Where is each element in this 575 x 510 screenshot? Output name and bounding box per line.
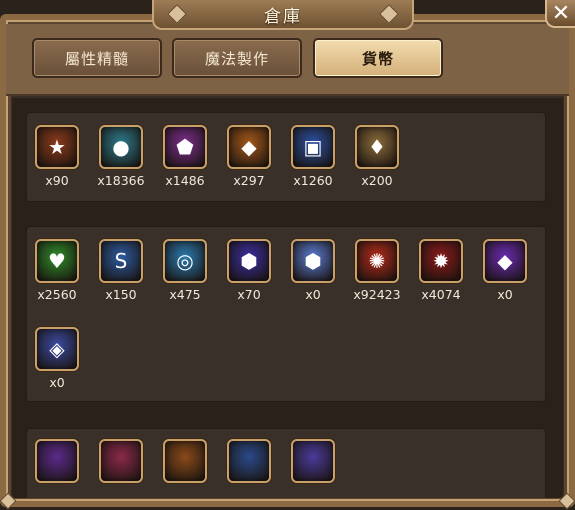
- fire-burst-icon: ✹: [419, 239, 463, 283]
- currency-item[interactable]: ★ x90: [33, 125, 81, 188]
- tab-attribute-essence[interactable]: 屬性精髓: [32, 38, 162, 78]
- currency-item[interactable]: ◎ x475: [161, 239, 209, 302]
- coin-bags-icon: ●: [99, 125, 143, 169]
- currency-item[interactable]: ✺ x92423: [353, 239, 401, 302]
- item-count: x1260: [293, 173, 333, 188]
- currency-item[interactable]: ◆ x297: [225, 125, 273, 188]
- item-count: x2560: [37, 287, 77, 302]
- gold-crest-icon: ♦: [355, 125, 399, 169]
- currency-item[interactable]: [225, 439, 273, 483]
- light-rune-crystal-icon: ⬢: [291, 239, 335, 283]
- item-count: x150: [105, 287, 137, 302]
- currency-item[interactable]: [161, 439, 209, 483]
- tab-currency[interactable]: 貨幣: [313, 38, 443, 78]
- orange-item-icon: [163, 439, 207, 483]
- item-count: x18366: [97, 173, 145, 188]
- currency-item[interactable]: [289, 439, 337, 483]
- currency-list[interactable]: ★ x90 ● x18366 ⬟ x1486 ◆ x297 ▣ x1260 ♦ x200 ♥ x2560…: [12, 98, 563, 498]
- currency-item[interactable]: ⬟ x1486: [161, 125, 209, 188]
- window-title: 倉庫: [264, 6, 302, 27]
- purple-item-icon: [35, 439, 79, 483]
- currency-item[interactable]: ✹ x4074: [417, 239, 465, 302]
- currency-item[interactable]: Sx150: [97, 239, 145, 302]
- item-count: x90: [45, 173, 69, 188]
- gold-chests-icon: ▣: [291, 125, 335, 169]
- pentagon-shield-icon: ⬟: [163, 125, 207, 169]
- currency-row-panel: ♥ x2560 Sx150 ◎ x475 ⬢ x70 ⬢ x0 ✺ x92423 ✹ x4074 ◆ x0 ◈…: [26, 226, 546, 402]
- fire-swirl-icon: ✺: [355, 239, 399, 283]
- item-count: x0: [305, 287, 321, 302]
- item-count: x0: [49, 375, 65, 390]
- close-icon: ✕: [551, 0, 571, 26]
- item-count: x0: [497, 287, 513, 302]
- blue-crystal-chunk-icon: ◈: [35, 327, 79, 371]
- item-count: x475: [169, 287, 201, 302]
- currency-item[interactable]: ♥ x2560: [33, 239, 81, 302]
- diamond-ornament-icon: [379, 4, 399, 24]
- star-medal-icon: ★: [35, 125, 79, 169]
- item-count: x200: [361, 173, 393, 188]
- violet-item-icon: [291, 439, 335, 483]
- item-count: x297: [233, 173, 265, 188]
- red-item-icon: [99, 439, 143, 483]
- tabs-bar: 屬性精髓 魔法製作 貨幣: [6, 24, 569, 96]
- orange-medal-icon: ◆: [227, 125, 271, 169]
- item-count: x1486: [165, 173, 205, 188]
- currency-item[interactable]: ◆ x0: [481, 239, 529, 302]
- currency-item[interactable]: ⬢ x70: [225, 239, 273, 302]
- currency-item[interactable]: ▣ x1260: [289, 125, 337, 188]
- item-count: x4074: [421, 287, 461, 302]
- diamond-ornament-icon: [167, 4, 187, 24]
- title-plate: 倉庫: [152, 0, 414, 30]
- item-count: x70: [237, 287, 261, 302]
- currency-item[interactable]: ◈ x0: [33, 327, 81, 390]
- heart-icon: ♥: [35, 239, 79, 283]
- close-button[interactable]: ✕: [545, 0, 575, 28]
- currency-item[interactable]: [97, 439, 145, 483]
- blue-item-icon: [227, 439, 271, 483]
- currency-row-panel: [26, 428, 546, 498]
- item-count: x92423: [353, 287, 401, 302]
- currency-item[interactable]: [33, 439, 81, 483]
- tab-magic-crafting[interactable]: 魔法製作: [172, 38, 302, 78]
- currency-item[interactable]: ♦ x200: [353, 125, 401, 188]
- purple-rune-crystal-icon: ⬢: [227, 239, 271, 283]
- currency-item[interactable]: ● x18366: [97, 125, 145, 188]
- swap-cards-icon: S: [99, 239, 143, 283]
- currency-item[interactable]: ⬢ x0: [289, 239, 337, 302]
- purple-diamond-icon: ◆: [483, 239, 527, 283]
- currency-row-panel: ★ x90 ● x18366 ⬟ x1486 ◆ x297 ▣ x1260 ♦ x200: [26, 112, 546, 202]
- blue-rune-coin-icon: ◎: [163, 239, 207, 283]
